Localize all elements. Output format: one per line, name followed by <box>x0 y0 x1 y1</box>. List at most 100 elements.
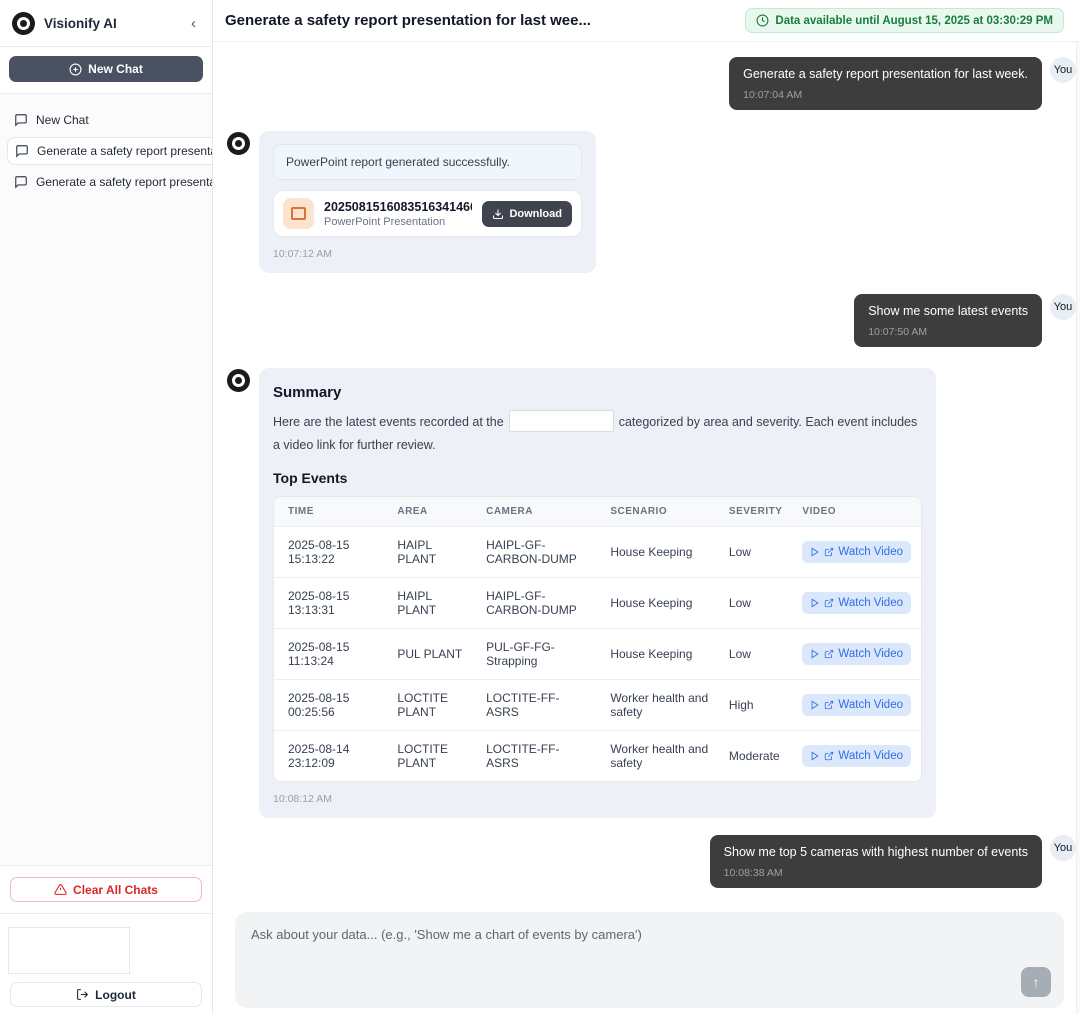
user-message-text: Show me top 5 cameras with highest numbe… <box>724 845 1028 859</box>
chat-bubble-icon <box>14 113 28 127</box>
cell-area: HAIPL PLANT <box>387 526 476 577</box>
play-icon <box>810 649 820 659</box>
visionify-logo-icon <box>12 12 35 35</box>
cell-area: HAIPL PLANT <box>387 577 476 628</box>
cell-scenario: House Keeping <box>600 526 719 577</box>
play-icon <box>810 547 820 557</box>
send-button[interactable]: ↑ <box>1021 967 1051 997</box>
file-type: PowerPoint Presentation <box>324 216 472 228</box>
user-message-text: Show me some latest events <box>868 304 1028 318</box>
table-row: 2025-08-15 13:13:31 HAIPL PLANT HAIPL-GF… <box>274 577 921 628</box>
watch-video-button[interactable]: Watch Video <box>802 745 911 767</box>
logout-label: Logout <box>95 988 136 1002</box>
cell-scenario: House Keeping <box>600 628 719 679</box>
chat-input[interactable] <box>235 912 1064 1008</box>
watch-video-button[interactable]: Watch Video <box>802 643 911 665</box>
chat-list: New Chat Generate a safety report presen… <box>0 94 212 865</box>
chat-item-label: New Chat <box>36 113 89 127</box>
download-label: Download <box>509 208 562 220</box>
sidebar-footer: Clear All Chats Logout <box>0 865 212 1014</box>
data-availability-badge: Data available until August 15, 2025 at … <box>745 8 1064 33</box>
cell-time: 2025-08-15 15:13:22 <box>274 526 387 577</box>
summary-text: Here are the latest events recorded at t… <box>273 410 922 457</box>
watch-video-label: Watch Video <box>838 750 903 762</box>
message-timestamp: 10:07:50 AM <box>868 326 1028 338</box>
column-header-time: TIME <box>274 497 387 526</box>
file-attachment-card: 202508151608351634146644.pptx PowerPoint… <box>273 190 582 237</box>
sidebar: Visionify AI ‹ New Chat New Chat Generat… <box>0 0 213 1014</box>
user-avatar: You <box>1050 57 1076 83</box>
events-table-header-row: TIME AREA CAMERA SCENARIO SEVERITY VIDEO <box>274 497 921 526</box>
new-chat-button[interactable]: New Chat <box>9 56 203 82</box>
external-link-icon <box>824 649 834 659</box>
user-message-text: Generate a safety report presentation fo… <box>743 67 1028 81</box>
cell-camera: LOCTITE-FF-ASRS <box>476 730 600 781</box>
user-message: Show me top 5 cameras with highest numbe… <box>227 835 1076 888</box>
download-button[interactable]: Download <box>482 201 572 227</box>
collapse-sidebar-icon[interactable]: ‹ <box>187 14 200 33</box>
composer-section: ↑ <box>213 892 1080 1014</box>
watch-video-label: Watch Video <box>838 648 903 660</box>
cell-severity: Moderate <box>719 730 793 781</box>
external-link-icon <box>824 751 834 761</box>
column-header-camera: CAMERA <box>476 497 600 526</box>
cell-time: 2025-08-14 23:12:09 <box>274 730 387 781</box>
cell-severity: High <box>719 679 793 730</box>
watch-video-label: Watch Video <box>838 597 903 609</box>
clear-all-chats-button[interactable]: Clear All Chats <box>10 877 202 902</box>
clear-all-chats-label: Clear All Chats <box>73 883 158 897</box>
sidebar-item-chat-selected[interactable]: Generate a safety report presentation fo <box>7 137 212 165</box>
cell-time: 2025-08-15 00:25:56 <box>274 679 387 730</box>
vertical-scrollbar[interactable] <box>1076 42 1080 1014</box>
column-header-severity: SEVERITY <box>719 497 793 526</box>
sidebar-header: Visionify AI ‹ <box>0 0 212 47</box>
cell-scenario: House Keeping <box>600 577 719 628</box>
presentation-file-icon <box>283 198 314 229</box>
user-avatar: You <box>1050 835 1076 861</box>
play-icon <box>810 751 820 761</box>
column-header-video: VIDEO <box>792 497 921 526</box>
arrow-up-icon: ↑ <box>1033 974 1040 990</box>
external-link-icon <box>824 598 834 608</box>
message-timestamp: 10:07:12 AM <box>273 248 582 260</box>
chat-item-label: Generate a safety report presentation fo <box>36 175 212 189</box>
page-title: Generate a safety report presentation fo… <box>225 12 591 29</box>
chat-bubble-icon <box>15 144 29 158</box>
sidebar-item-new-chat[interactable]: New Chat <box>0 107 212 133</box>
main-area: Generate a safety report presentation fo… <box>213 0 1080 1014</box>
sidebar-item-chat[interactable]: Generate a safety report presentation fo <box>0 169 212 195</box>
message-timestamp: 10:08:38 AM <box>724 867 1028 879</box>
cell-area: LOCTITE PLANT <box>387 730 476 781</box>
cell-camera: PUL-GF-FG-Strapping <box>476 628 600 679</box>
column-header-area: AREA <box>387 497 476 526</box>
data-availability-text: Data available until August 15, 2025 at … <box>775 15 1053 27</box>
logout-button[interactable]: Logout <box>10 982 202 1007</box>
generation-status: PowerPoint report generated successfully… <box>273 144 582 180</box>
assistant-message: PowerPoint report generated successfully… <box>227 131 1076 273</box>
plus-circle-icon <box>69 63 82 76</box>
watch-video-button[interactable]: Watch Video <box>802 592 911 614</box>
logout-icon <box>76 988 89 1001</box>
download-icon <box>492 208 504 220</box>
cell-camera: LOCTITE-FF-ASRS <box>476 679 600 730</box>
assistant-avatar-icon <box>227 369 250 392</box>
table-row: 2025-08-14 23:12:09 LOCTITE PLANT LOCTIT… <box>274 730 921 781</box>
user-message-bubble: Show me some latest events 10:07:50 AM <box>854 294 1042 347</box>
external-link-icon <box>824 547 834 557</box>
cell-time: 2025-08-15 11:13:24 <box>274 628 387 679</box>
assistant-avatar-icon <box>227 132 250 155</box>
cell-severity: Low <box>719 526 793 577</box>
message-timestamp: 10:07:04 AM <box>743 89 1028 101</box>
cell-area: LOCTITE PLANT <box>387 679 476 730</box>
message-timestamp: 10:08:12 AM <box>273 793 922 805</box>
user-message: Generate a safety report presentation fo… <box>227 57 1076 110</box>
play-icon <box>810 700 820 710</box>
watch-video-button[interactable]: Watch Video <box>802 541 911 563</box>
cell-severity: Low <box>719 577 793 628</box>
watch-video-button[interactable]: Watch Video <box>802 694 911 716</box>
composer: ↑ <box>235 912 1064 1008</box>
column-header-scenario: SCENARIO <box>600 497 719 526</box>
cell-time: 2025-08-15 13:13:31 <box>274 577 387 628</box>
clock-icon <box>756 14 769 27</box>
user-avatar: You <box>1050 294 1076 320</box>
